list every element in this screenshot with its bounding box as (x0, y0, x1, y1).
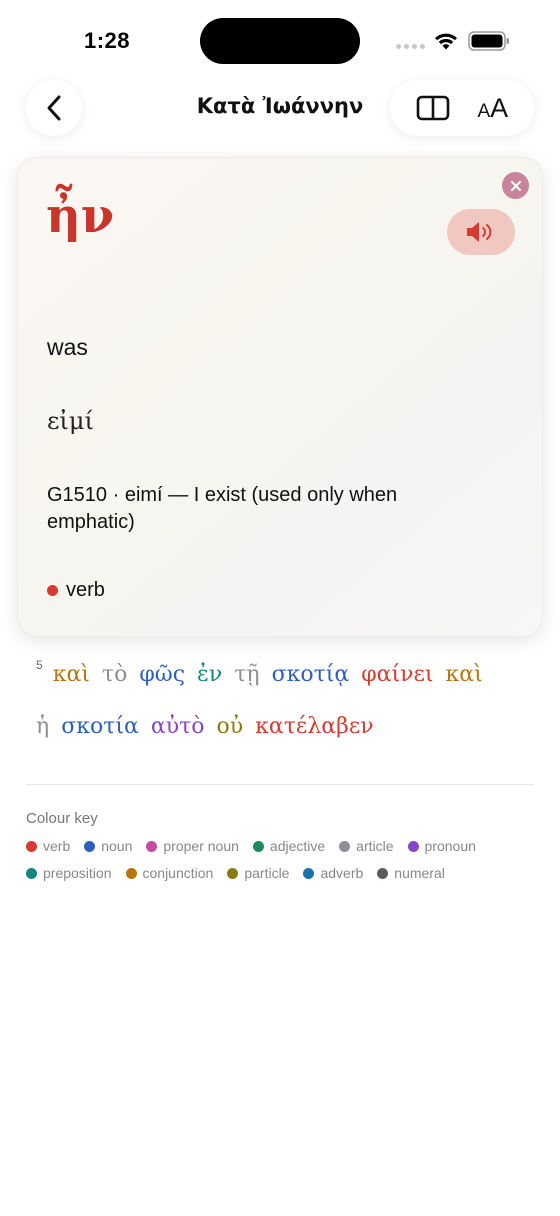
part-of-speech: verb (47, 579, 105, 602)
play-audio-button[interactable] (447, 209, 515, 255)
key-label: article (356, 838, 394, 854)
key-color-dot (252, 840, 264, 852)
verse-word[interactable]: καὶ (446, 662, 483, 687)
colour-key-item: pronoun (407, 838, 476, 854)
verse-word[interactable]: οὐ (217, 714, 244, 739)
colour-key-item: article (339, 838, 394, 854)
nav-actions: A A (390, 80, 534, 136)
close-card-button[interactable] (502, 172, 529, 199)
text-size-large-label: A (490, 92, 509, 123)
key-color-dot (26, 840, 37, 852)
wifi-icon (435, 33, 457, 50)
colour-key-item: numeral (377, 865, 445, 881)
key-color-dot (84, 840, 96, 852)
colour-key-item: adverb (303, 865, 363, 881)
colour-key-item: particle (227, 865, 289, 881)
verse-word[interactable]: φῶς (139, 662, 185, 687)
key-color-dot (407, 840, 419, 852)
key-label: pronoun (424, 838, 476, 854)
verse-word[interactable]: ἡ (36, 714, 49, 739)
verse-line: ἡ σκοτία αὐτὸ οὐ κατέλαβεν (36, 714, 536, 766)
divider (26, 784, 534, 785)
colour-key-item: preposition (26, 865, 112, 881)
colour-key-row: verb noun proper noun adjective article … (26, 838, 490, 854)
verse-text: 5 καὶ τὸ φῶς ἐν τῇ σκοτίᾳ φαίνει καὶ ἡ σ… (36, 658, 536, 766)
key-label: proper noun (163, 838, 239, 854)
key-color-dot (339, 840, 351, 852)
split-view-button[interactable] (416, 94, 450, 122)
navigation-bar: Κατὰ Ἰωάννην A A (0, 80, 560, 136)
verse-word[interactable]: αὐτὸ (151, 714, 205, 739)
battery-icon (468, 31, 509, 51)
colour-key-title: Colour key (26, 810, 98, 827)
verse-word[interactable]: σκοτίᾳ (272, 662, 350, 687)
verse-line: 5 καὶ τὸ φῶς ἐν τῇ σκοτίᾳ φαίνει καὶ (36, 658, 536, 714)
colour-key-row: preposition conjunction particle adverb … (26, 865, 459, 881)
verse-word[interactable]: σκοτία (61, 714, 139, 739)
headword: ἦν (46, 188, 115, 244)
colour-key-item: verb (26, 838, 70, 854)
text-size-button[interactable]: A A (477, 93, 508, 124)
key-color-dot (303, 867, 315, 879)
colour-key-item: adjective (252, 838, 326, 854)
text-size-small-label: A (477, 100, 491, 122)
back-button[interactable] (26, 80, 82, 136)
key-label: verb (43, 838, 71, 854)
key-label: adjective (269, 838, 326, 854)
key-color-dot (125, 867, 137, 879)
verse-number: 5 (36, 658, 43, 672)
key-label: preposition (43, 865, 112, 881)
pos-color-dot (47, 585, 58, 596)
close-icon (510, 180, 521, 191)
status-bar: 1:28 (0, 0, 560, 80)
key-label: adverb (320, 865, 364, 881)
verse-word[interactable]: τὸ (102, 662, 127, 687)
key-color-dot (26, 867, 37, 879)
key-label: numeral (394, 865, 445, 881)
status-time: 1:28 (84, 28, 131, 53)
gloss: was (47, 334, 88, 360)
key-color-dot (227, 867, 239, 879)
split-view-icon (416, 95, 450, 121)
colour-key-item: proper noun (146, 838, 239, 854)
key-color-dot (377, 867, 389, 879)
colour-key-item: noun (84, 838, 132, 854)
part-of-speech-label: verb (66, 579, 105, 601)
key-color-dot (146, 840, 158, 852)
verse-word[interactable]: ἐν (197, 662, 222, 687)
page-title: Κατὰ Ἰωάννην (196, 94, 364, 118)
verse-word[interactable]: κατέλαβεν (255, 714, 373, 739)
verse-word[interactable]: καὶ (53, 662, 90, 687)
key-label: particle (244, 865, 290, 881)
lemma: εἰμί (47, 407, 94, 435)
speaker-icon (467, 222, 492, 242)
verse-word[interactable]: φαίνει (361, 662, 433, 687)
colour-key-item: conjunction (125, 865, 214, 881)
strongs-definition: G1510 · eimí — I exist (used only when e… (47, 484, 398, 533)
cellular-signal-icon (396, 44, 425, 49)
key-label: conjunction (142, 865, 214, 881)
chevron-left-icon (47, 95, 61, 121)
dynamic-island (200, 18, 360, 64)
key-label: noun (101, 838, 133, 854)
verse-word[interactable]: τῇ (234, 662, 259, 687)
word-detail-card: ἦν was εἰμί G1510 · eimí — I exist (used… (17, 157, 543, 637)
